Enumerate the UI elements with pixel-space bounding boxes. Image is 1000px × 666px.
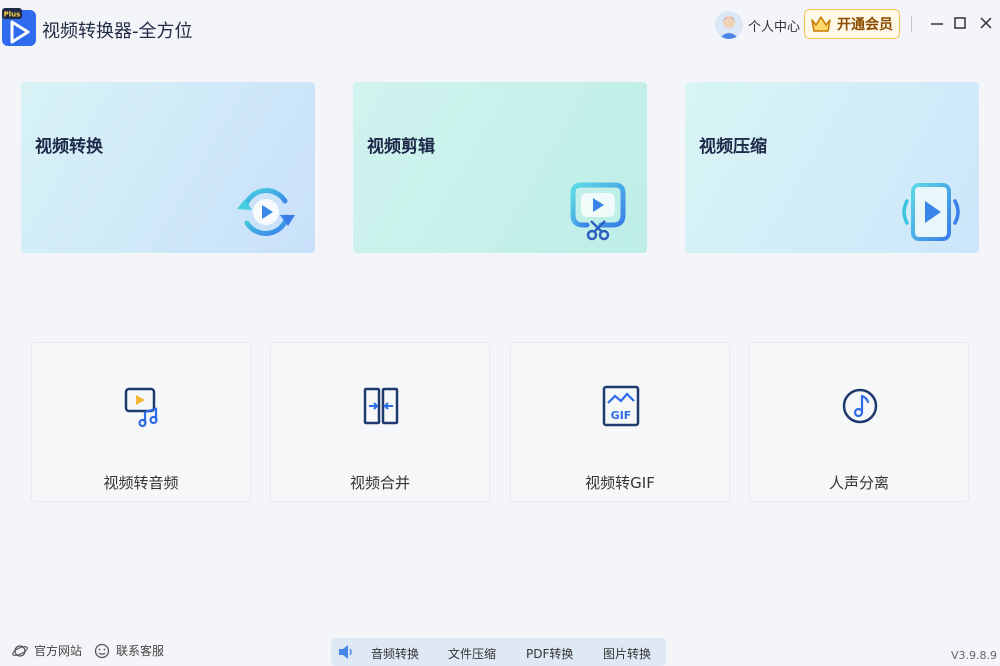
title-divider [911,16,912,32]
title-bar: Plus 视频转换器-全方位 个人中心 开通会员 [0,0,1000,52]
video-to-gif-label: 视频转GIF [585,474,655,492]
video-to-gif-card[interactable]: GIF 视频转GIF [510,342,730,502]
pdf-convert-link[interactable]: PDF转换 [526,645,573,662]
speaker-icon [339,645,352,659]
file-compress-link[interactable]: 文件压缩 [448,645,496,662]
video-compress-label: 视频压缩 [699,137,767,157]
video-edit-card[interactable]: 视频剪辑 [353,82,647,253]
audio-convert-link[interactable]: 音频转换 [371,645,419,662]
compress-play-icon [902,183,960,241]
scissors-play-icon [570,182,626,241]
video-to-audio-label: 视频转音频 [103,474,179,492]
video-merge-card[interactable]: 视频合并 [270,342,490,502]
app-logo: Plus [2,8,36,46]
official-website-link[interactable]: 官方网站 [12,642,82,659]
video-to-audio-icon [124,387,158,427]
music-note-icon [842,388,878,424]
close-icon[interactable] [977,14,995,32]
vip-button-label: 开通会员 [837,17,893,33]
logo-badge-text: Plus [4,11,21,19]
image-convert-link[interactable]: 图片转换 [603,645,651,662]
avatar[interactable] [715,11,743,39]
vocal-separation-label: 人声分离 [828,474,889,492]
convert-cycle-icon [237,188,295,236]
maximize-icon[interactable] [951,14,969,32]
official-website-label: 官方网站 [34,644,83,658]
gif-icon-text: GIF [611,409,632,422]
planet-icon [12,644,28,657]
crown-icon [811,16,831,32]
video-merge-label: 视频合并 [349,474,410,492]
version-label: V3.9.8.9 [951,649,998,662]
video-compress-card[interactable]: 视频压缩 [685,82,979,253]
video-convert-card[interactable]: 视频转换 [21,82,315,253]
user-avatar-icon [719,16,739,39]
vip-button[interactable]: 开通会员 [804,9,900,39]
video-to-audio-card[interactable]: 视频转音频 [31,342,251,502]
video-edit-label: 视频剪辑 [367,137,435,157]
smiley-icon [94,643,110,658]
gif-icon: GIF [602,385,640,427]
customer-service-link[interactable]: 联系客服 [94,642,164,659]
minimize-icon[interactable] [928,14,946,32]
user-center-link[interactable]: 个人中心 [748,16,800,35]
video-convert-label: 视频转换 [35,137,103,157]
quick-tools-bar: 音频转换 文件压缩 PDF转换 图片转换 [331,638,666,666]
app-title: 视频转换器-全方位 [42,21,193,42]
customer-service-label: 联系客服 [116,644,165,658]
vocal-separation-card[interactable]: 人声分离 [749,342,969,502]
merge-icon [363,387,399,425]
